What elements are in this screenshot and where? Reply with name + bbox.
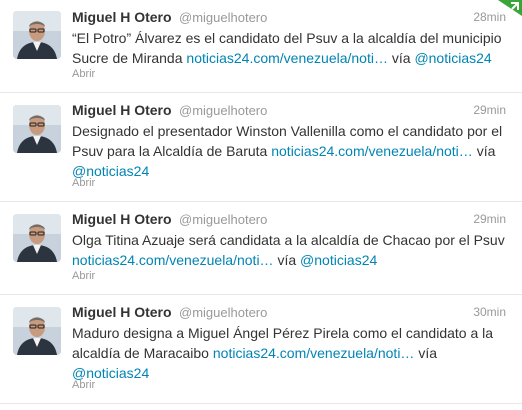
tweet-author-name[interactable]: Miguel H Otero <box>72 9 172 25</box>
user-avatar[interactable] <box>13 11 61 59</box>
tweet-text: Designado el presentador Winston Valleni… <box>72 121 512 181</box>
tweet-item[interactable]: Miguel H Otero @miguelhotero 29min Olga … <box>0 202 522 295</box>
tweet-timestamp[interactable]: 29min <box>473 212 506 226</box>
tweet-item[interactable]: Miguel H Otero @miguelhotero 30min Madur… <box>0 295 522 404</box>
tweet-body: Olga Titina Azuaje será candidata a la a… <box>72 232 505 248</box>
tweet-text: Olga Titina Azuaje será candidata a la a… <box>72 230 512 270</box>
tweet-text: “El Potro” Álvarez es el candidato del P… <box>72 28 512 68</box>
tweet-link[interactable]: noticias24.com/venezuela/noti… <box>271 143 473 159</box>
tweet-link[interactable]: noticias24.com/venezuela/noti… <box>213 345 415 361</box>
tweet-expand-link[interactable]: Abrir <box>72 379 95 391</box>
tweet-expand-link[interactable]: Abrir <box>72 68 95 80</box>
tweet-link[interactable]: noticias24.com/venezuela/noti… <box>186 50 388 66</box>
tweet-expand-link[interactable]: Abrir <box>72 270 95 282</box>
tweet-mention[interactable]: @noticias24 <box>300 252 377 268</box>
tweet-via: vía <box>391 50 411 66</box>
tweet-header: Miguel H Otero @miguelhotero 29min <box>72 102 506 120</box>
tweet-author-username[interactable]: @miguelhotero <box>179 212 267 227</box>
tweet-author-name[interactable]: Miguel H Otero <box>72 211 172 227</box>
user-avatar[interactable] <box>13 307 61 355</box>
tweet-timestamp[interactable]: 30min <box>473 305 506 319</box>
tweet-via: vía <box>277 252 297 268</box>
avatar-photo-icon <box>13 11 61 59</box>
tweet-text: Maduro designa a Miguel Ángel Pérez Pire… <box>72 323 512 383</box>
tweet-header: Miguel H Otero @miguelhotero 29min <box>72 211 506 229</box>
tweet-header: Miguel H Otero @miguelhotero 28min <box>72 9 506 27</box>
tweet-timestamp[interactable]: 28min <box>473 10 506 24</box>
avatar-photo-icon <box>13 307 61 355</box>
tweet-author-name[interactable]: Miguel H Otero <box>72 102 172 118</box>
tweet-mention[interactable]: @noticias24 <box>414 50 491 66</box>
tweet-item[interactable]: Miguel H Otero @miguelhotero 28min “El P… <box>0 0 522 93</box>
tweet-via: vía <box>418 345 438 361</box>
tweet-author-name[interactable]: Miguel H Otero <box>72 304 172 320</box>
tweet-expand-link[interactable]: Abrir <box>72 177 95 189</box>
tweet-item[interactable]: Miguel H Otero @miguelhotero 29min Desig… <box>0 93 522 202</box>
user-avatar[interactable] <box>13 214 61 262</box>
user-avatar[interactable] <box>13 105 61 153</box>
tweet-link[interactable]: noticias24.com/venezuela/noti… <box>72 252 274 268</box>
tweet-timestamp[interactable]: 29min <box>473 103 506 117</box>
tweet-header: Miguel H Otero @miguelhotero 30min <box>72 304 506 322</box>
avatar-photo-icon <box>13 105 61 153</box>
tweet-via: vía <box>476 143 496 159</box>
tweet-author-username[interactable]: @miguelhotero <box>179 103 267 118</box>
tweet-author-username[interactable]: @miguelhotero <box>179 10 267 25</box>
tweet-author-username[interactable]: @miguelhotero <box>179 305 267 320</box>
avatar-photo-icon <box>13 214 61 262</box>
tweet-timeline: Miguel H Otero @miguelhotero 28min “El P… <box>0 0 522 410</box>
